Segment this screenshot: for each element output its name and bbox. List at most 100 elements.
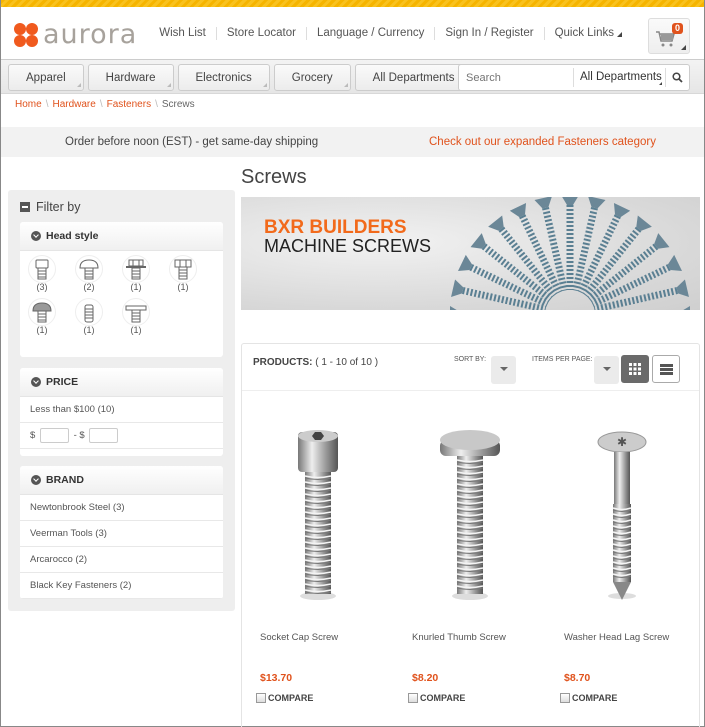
head-style-count: (1) bbox=[130, 282, 142, 292]
dropdown-arrow-icon bbox=[166, 83, 171, 87]
head-style-header[interactable]: Head style bbox=[20, 222, 223, 251]
nav-tab-grocery[interactable]: Grocery bbox=[273, 64, 351, 91]
nav-tab-hardware[interactable]: Hardware bbox=[87, 64, 174, 91]
product-image[interactable] bbox=[242, 428, 393, 608]
sign-in-register-link[interactable]: Sign In / Register bbox=[434, 27, 543, 40]
search-department-select[interactable]: All Departments bbox=[573, 68, 665, 87]
product-image[interactable] bbox=[394, 428, 545, 608]
currency-label: $ bbox=[30, 430, 36, 441]
head-style-option[interactable]: (1) bbox=[119, 298, 153, 335]
price-option[interactable]: Less than $100 (10) bbox=[20, 397, 223, 423]
nav-tab-label: All Departments bbox=[372, 72, 455, 84]
chevron-down-icon bbox=[31, 377, 41, 387]
product-name[interactable]: Washer Head Lag Screw bbox=[564, 632, 669, 643]
brand-option[interactable]: Veerman Tools (3) bbox=[20, 521, 223, 547]
banner-subheadline: MACHINE SCREWS bbox=[264, 236, 432, 256]
button-head-icon bbox=[75, 255, 103, 283]
breadcrumb-fasteners[interactable]: Fasteners bbox=[107, 99, 151, 110]
head-style-option[interactable]: (1) bbox=[166, 255, 200, 292]
store-locator-link[interactable]: Store Locator bbox=[215, 27, 306, 40]
price-range: $ - $ bbox=[20, 423, 223, 449]
head-style-option[interactable]: (1) bbox=[25, 298, 59, 335]
brand-header[interactable]: BRAND bbox=[20, 466, 223, 495]
head-style-grid: (3) (2) (1) (1) (1) (1) (1) bbox=[20, 251, 223, 335]
department-nav: Apparel Hardware Electronics Grocery All… bbox=[1, 59, 704, 94]
language-currency-link[interactable]: Language / Currency bbox=[305, 27, 434, 40]
knurled-thumb-screw-image bbox=[439, 430, 500, 600]
nav-tab-label: Hardware bbox=[105, 72, 156, 84]
filter-title: Filter by bbox=[36, 200, 81, 214]
nav-tab-all-departments[interactable]: All Departments bbox=[354, 64, 473, 91]
panel-title: Head style bbox=[46, 230, 99, 242]
hex-washer-head-icon bbox=[122, 255, 150, 283]
wish-list-link[interactable]: Wish List bbox=[149, 27, 216, 40]
brand-option[interactable]: Newtonbrook Steel (3) bbox=[20, 495, 223, 521]
brand-option[interactable]: Black Key Fasteners (2) bbox=[20, 573, 223, 599]
products-label: PRODUCTS: bbox=[253, 357, 313, 368]
promo-banner[interactable]: BXR BUILDERS MACHINE SCREWS bbox=[241, 197, 700, 310]
items-per-page-select[interactable] bbox=[594, 356, 619, 384]
compare-checkbox[interactable]: COMPARE bbox=[256, 693, 313, 703]
product-card[interactable]: ✱ Washer Head Lag Screw $8.70 COMPARE bbox=[546, 392, 697, 727]
product-listing: PRODUCTS: ( 1 - 10 of 10 ) SORT BY: ITEM… bbox=[241, 343, 700, 727]
checkbox-icon bbox=[560, 693, 570, 703]
promo-bar: Order before noon (EST) - get same-day s… bbox=[1, 127, 704, 157]
logo-icon bbox=[14, 23, 38, 47]
brand-option[interactable]: Arcarocco (2) bbox=[20, 547, 223, 573]
search-bar: All Departments bbox=[458, 64, 690, 91]
search-input[interactable] bbox=[459, 65, 573, 90]
shipping-promo: Order before noon (EST) - get same-day s… bbox=[65, 136, 319, 148]
sort-by-label: SORT BY: bbox=[454, 356, 487, 363]
head-style-option[interactable]: (1) bbox=[72, 298, 106, 335]
quick-links-menu[interactable]: Quick Links bbox=[543, 27, 632, 40]
sort-by-select[interactable] bbox=[491, 356, 516, 384]
head-style-option[interactable]: (3) bbox=[25, 255, 59, 292]
head-style-option[interactable]: (1) bbox=[119, 255, 153, 292]
head-style-option[interactable]: (2) bbox=[72, 255, 106, 292]
list-view-button[interactable] bbox=[652, 355, 680, 383]
price-header[interactable]: PRICE bbox=[20, 368, 223, 397]
products-range: ( 1 - 10 of 10 ) bbox=[315, 357, 379, 368]
quick-links-label: Quick Links bbox=[554, 27, 614, 39]
product-card[interactable]: Socket Cap Screw $13.70 COMPARE bbox=[242, 392, 393, 727]
hex-head-icon bbox=[169, 255, 197, 283]
currency-label: - $ bbox=[73, 430, 85, 441]
fasteners-promo-link[interactable]: Check out our expanded Fasteners categor… bbox=[429, 127, 656, 157]
head-style-count: (2) bbox=[83, 282, 95, 292]
product-name[interactable]: Socket Cap Screw bbox=[260, 632, 338, 643]
nav-tab-apparel[interactable]: Apparel bbox=[8, 64, 84, 91]
breadcrumb-separator: \ bbox=[155, 99, 158, 110]
head-style-count: (1) bbox=[83, 325, 95, 335]
compare-checkbox[interactable]: COMPARE bbox=[560, 693, 617, 703]
nav-tab-label: Grocery bbox=[291, 72, 333, 84]
set-screw-icon bbox=[75, 298, 103, 326]
compare-checkbox[interactable]: COMPARE bbox=[408, 693, 465, 703]
checkbox-icon bbox=[256, 693, 266, 703]
filter-sidebar: Filter by Head style (3) (2) (1) (1) (1) (1)(… bbox=[8, 190, 235, 611]
price-max-input[interactable] bbox=[89, 427, 119, 443]
product-name[interactable]: Knurled Thumb Screw bbox=[412, 632, 506, 643]
product-price: $8.70 bbox=[564, 672, 591, 684]
head-style-count: (1) bbox=[36, 325, 48, 335]
collapse-icon bbox=[20, 202, 30, 212]
grid-view-button[interactable] bbox=[621, 355, 649, 383]
breadcrumb-home[interactable]: Home bbox=[15, 99, 42, 110]
knurled-head-icon bbox=[28, 298, 56, 326]
search-button[interactable] bbox=[665, 68, 689, 87]
product-card[interactable]: Knurled Thumb Screw $8.20 COMPARE bbox=[394, 392, 545, 727]
washer-head-lag-screw-image: ✱ bbox=[597, 431, 646, 600]
socket-head-icon bbox=[28, 255, 56, 283]
nav-tab-electronics[interactable]: Electronics bbox=[177, 64, 270, 91]
product-image[interactable]: ✱ bbox=[546, 428, 697, 608]
filter-toggle[interactable]: Filter by bbox=[20, 200, 80, 214]
top-accent-bar bbox=[1, 0, 704, 7]
panel-title: BRAND bbox=[46, 474, 84, 486]
panel-title: PRICE bbox=[46, 376, 79, 388]
price-min-input[interactable] bbox=[39, 427, 69, 443]
checkbox-icon bbox=[408, 693, 418, 703]
cart-button[interactable]: 0 bbox=[648, 18, 690, 54]
head-style-count: (3) bbox=[36, 282, 48, 292]
logo[interactable]: aurora bbox=[14, 21, 137, 48]
dropdown-arrow-icon bbox=[681, 45, 686, 50]
breadcrumb-hardware[interactable]: Hardware bbox=[52, 99, 95, 110]
